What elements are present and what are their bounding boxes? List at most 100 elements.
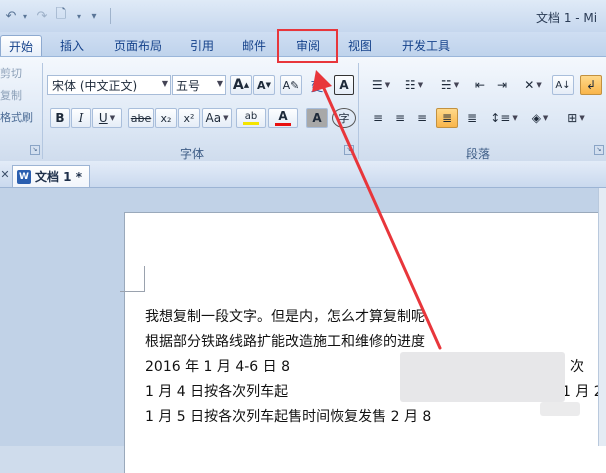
clear-format-icon: A✎ bbox=[282, 78, 300, 92]
multilevel-list-icon: ☵ bbox=[440, 78, 452, 92]
document-tab-label: 文档 1 * bbox=[35, 170, 82, 184]
redo-icon[interactable]: ↷ bbox=[34, 7, 50, 25]
underline-icon: U bbox=[98, 111, 108, 125]
ribbon: 剪切 复制 格式刷 ↘ 宋体 (中文正文) ▼ 五号 ▼ A ▲ A ▼ A✎ 变 … bbox=[0, 56, 606, 161]
underline-button[interactable]: U ▼ bbox=[92, 108, 122, 128]
phonetic-guide-button[interactable]: 变 bbox=[308, 75, 326, 95]
paint-bucket-icon: ◈ bbox=[531, 111, 541, 125]
align-left-icon: ≡ bbox=[372, 111, 384, 125]
superscript-button[interactable]: x² bbox=[178, 108, 200, 128]
cut-button[interactable]: 剪切 bbox=[0, 65, 22, 81]
paragraph-group-label: 段落 bbox=[466, 147, 491, 161]
group-divider bbox=[42, 63, 43, 159]
enclose-characters-button[interactable]: 字 bbox=[332, 108, 356, 128]
align-center-button[interactable]: ≡ bbox=[390, 108, 410, 128]
distributed-icon: ≣ bbox=[466, 111, 478, 125]
change-case-button[interactable]: Aa ▼ bbox=[202, 108, 232, 128]
decrease-indent-icon: ⇤ bbox=[474, 78, 486, 92]
font-name-value: 宋体 (中文正文) bbox=[52, 78, 138, 93]
tab-developer[interactable]: 开发工具 bbox=[392, 35, 460, 55]
character-shading-button[interactable]: A bbox=[306, 108, 328, 128]
margin-corner-mark bbox=[144, 266, 145, 292]
chinese-layout-icon: ✕ bbox=[524, 78, 535, 92]
tab-references[interactable]: 引用 bbox=[182, 35, 222, 55]
vertical-scrollbar[interactable] bbox=[598, 188, 606, 446]
group-divider bbox=[358, 63, 359, 159]
document-line: 次 bbox=[570, 359, 584, 375]
grow-font-button[interactable]: A ▲ bbox=[230, 75, 252, 95]
sort-icon: A↓ bbox=[555, 79, 571, 91]
clipboard-launcher-icon[interactable]: ↘ bbox=[30, 145, 40, 155]
align-right-button[interactable]: ≡ bbox=[412, 108, 432, 128]
sort-button[interactable]: A↓ bbox=[552, 75, 574, 95]
font-size-combo[interactable]: 五号 ▼ bbox=[172, 75, 226, 95]
document-tab-bar: ✕ W 文档 1 * bbox=[0, 161, 606, 188]
font-group-label: 字体 bbox=[180, 147, 205, 161]
align-left-button[interactable]: ≡ bbox=[368, 108, 388, 128]
grow-font-icon: A bbox=[232, 77, 244, 93]
tab-insert[interactable]: 插入 bbox=[52, 35, 92, 55]
borders-button[interactable]: ⊞ ▼ bbox=[560, 108, 592, 128]
bullet-list-icon: ☰ bbox=[371, 78, 383, 92]
document-workspace: 我想复制一段文字。但是内，怎么才算复制呢 根据部分铁路线路扩能改造施工和维修的进… bbox=[0, 188, 606, 473]
subscript-button[interactable]: x₂ bbox=[155, 108, 177, 128]
shrink-font-icon: A bbox=[257, 78, 266, 92]
qat-separator bbox=[110, 8, 111, 24]
tab-view[interactable]: 视图 bbox=[340, 35, 380, 55]
paragraph-launcher-icon[interactable]: ↘ bbox=[594, 145, 604, 155]
blurred-region bbox=[540, 402, 580, 416]
character-border-button[interactable]: A bbox=[334, 75, 354, 95]
blurred-region bbox=[400, 352, 565, 402]
print-dropdown-icon[interactable]: ▾ bbox=[74, 7, 84, 25]
justify-icon: ≣ bbox=[441, 111, 453, 125]
font-color-button[interactable]: A bbox=[268, 108, 298, 128]
document-line: 1 月 4 日按各次列车起 bbox=[145, 384, 289, 400]
bullets-button[interactable]: ☰ ▼ bbox=[366, 75, 396, 95]
chinese-layout-button[interactable]: ✕ ▼ bbox=[518, 75, 548, 95]
increase-indent-button[interactable]: ⇥ bbox=[492, 75, 512, 95]
print-preview-icon[interactable]: 🗋 bbox=[52, 7, 70, 25]
format-painter-button[interactable]: 格式刷 bbox=[0, 109, 33, 125]
show-marks-button[interactable]: ↲ bbox=[580, 75, 602, 95]
copy-button[interactable]: 复制 bbox=[0, 87, 22, 103]
increase-indent-icon: ⇥ bbox=[496, 78, 508, 92]
title-bar: ↶ ▾ ↷ 🗋 ▾ ▾ 文档 1 - Mi bbox=[0, 0, 606, 32]
align-center-icon: ≡ bbox=[394, 111, 406, 125]
document-line: 我想复制一段文字。但是内，怎么才算复制呢 bbox=[145, 309, 425, 325]
strikethrough-button[interactable]: abe bbox=[128, 108, 154, 128]
italic-button[interactable]: I bbox=[71, 108, 91, 128]
highlight-color-bar bbox=[243, 122, 259, 125]
document-tab[interactable]: W 文档 1 * bbox=[12, 165, 90, 187]
review-tab-highlight-box bbox=[277, 29, 338, 63]
shrink-font-button[interactable]: A ▼ bbox=[253, 75, 275, 95]
tab-page-layout[interactable]: 页面布局 bbox=[104, 35, 172, 55]
margin-corner-mark bbox=[120, 291, 145, 292]
shading-button[interactable]: ◈ ▼ bbox=[524, 108, 556, 128]
chevron-down-icon: ▼ bbox=[161, 79, 168, 88]
numbered-list-icon: ☷ bbox=[404, 78, 416, 92]
undo-icon[interactable]: ↶ bbox=[2, 7, 20, 25]
justify-button[interactable]: ≣ bbox=[436, 108, 458, 128]
undo-dropdown-icon[interactable]: ▾ bbox=[20, 7, 30, 25]
tab-mailings[interactable]: 邮件 bbox=[234, 35, 274, 55]
tab-home[interactable]: 开始 bbox=[0, 35, 42, 57]
change-case-icon: Aa bbox=[205, 111, 222, 125]
distributed-button[interactable]: ≣ bbox=[462, 108, 482, 128]
numbering-button[interactable]: ☷ ▼ bbox=[398, 75, 430, 95]
multilevel-list-button[interactable]: ☵ ▼ bbox=[434, 75, 466, 95]
font-name-combo[interactable]: 宋体 (中文正文) ▼ bbox=[47, 75, 171, 95]
align-right-icon: ≡ bbox=[416, 111, 428, 125]
paragraph-mark-icon: ↲ bbox=[585, 78, 597, 92]
close-icon[interactable]: ✕ bbox=[0, 167, 10, 181]
font-launcher-icon[interactable]: ↘ bbox=[344, 145, 354, 155]
chevron-down-icon: ▼ bbox=[216, 79, 223, 88]
decrease-indent-button[interactable]: ⇤ bbox=[470, 75, 490, 95]
document-line: 2016 年 1 月 4-6 日 8 bbox=[145, 359, 291, 375]
bold-button[interactable]: B bbox=[50, 108, 70, 128]
customize-qat-icon[interactable]: ▾ bbox=[88, 7, 100, 25]
line-spacing-button[interactable]: ↕≡ ▼ bbox=[488, 108, 520, 128]
document-line: 1 月 2 bbox=[562, 384, 603, 400]
line-spacing-icon: ↕≡ bbox=[490, 111, 511, 125]
text-highlight-button[interactable]: ab bbox=[236, 108, 266, 128]
clear-format-button[interactable]: A✎ bbox=[280, 75, 302, 95]
